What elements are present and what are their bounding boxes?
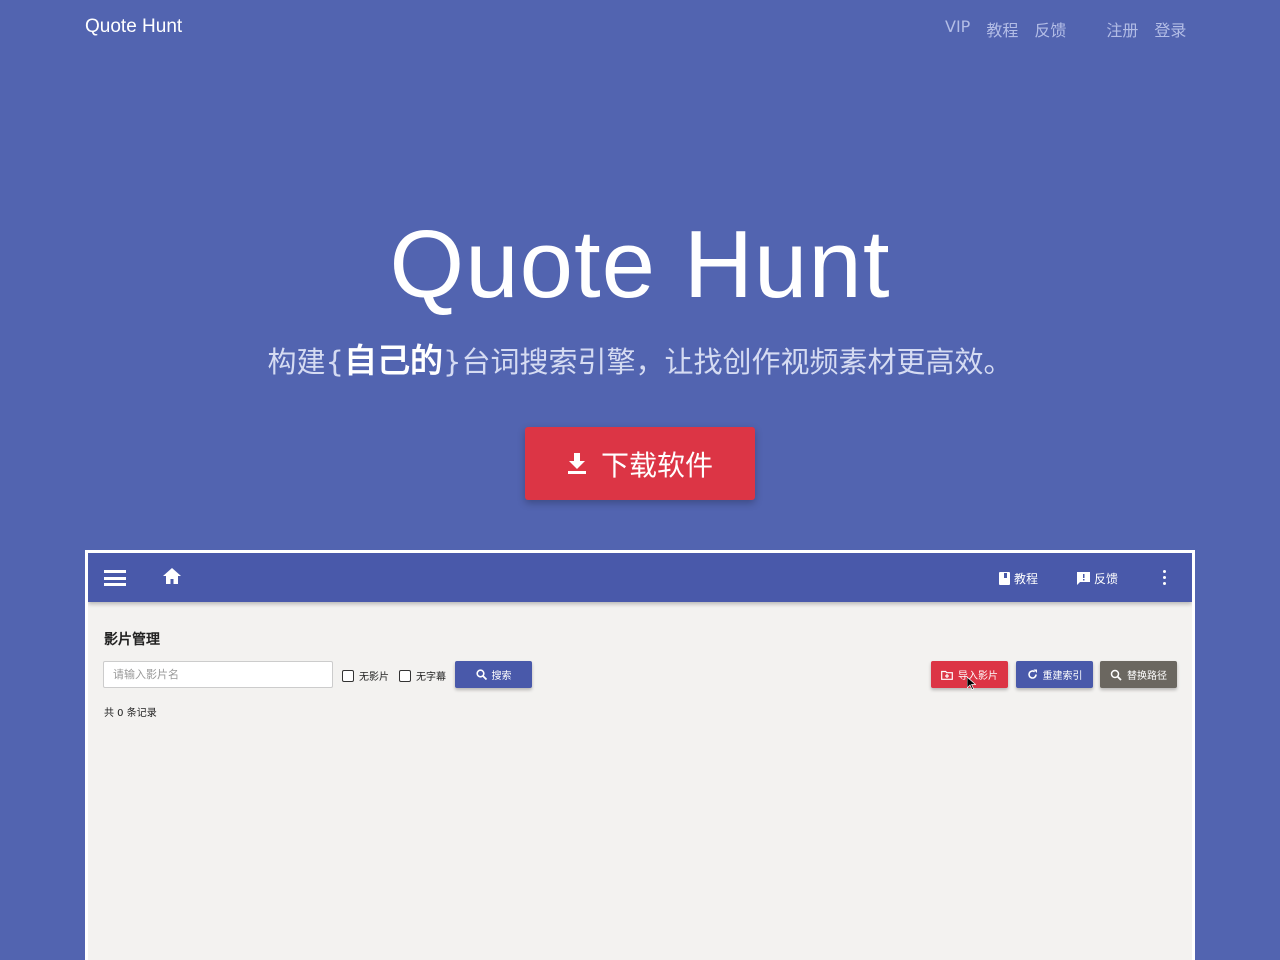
filter-no-subtitle-label: 无字幕 [416,672,446,683]
nav-tutorial-link[interactable]: 教程 [986,17,1018,41]
menu-icon[interactable] [104,570,126,586]
checkbox-icon [342,669,354,682]
replace-path-label: 替换路径 [1127,671,1167,682]
search-button[interactable]: 搜索 [455,661,532,688]
download-button[interactable]: 下载软件 [525,427,755,500]
download-button-label: 下载软件 [600,449,713,481]
app-toolbar: 教程 反馈 [88,553,1192,602]
record-count: 共 0 条记录 [104,708,157,719]
app-preview-frame: 教程 反馈 影片管理 无影片 无字幕 [85,550,1195,960]
replace-path-button[interactable]: 替换路径 [1100,661,1177,688]
feedback-icon [1077,572,1090,585]
page-title: 影片管理 [104,632,160,648]
movie-search-input[interactable] [103,661,333,688]
hero-subtitle: 构建{自己的}台词搜索引擎，让找创作视频素材更高效。 [0,334,1280,382]
hero-subtitle-suffix: }台词搜索引擎，让找创作视频素材更高效。 [443,345,1013,379]
app-tutorial-label: 教程 [1014,572,1039,586]
filter-no-movie-checkbox[interactable]: 无影片 [342,668,389,683]
filter-no-movie-label: 无影片 [359,672,389,683]
app-tutorial-button[interactable]: 教程 [999,570,1038,587]
checkbox-icon [399,669,411,682]
hero-subtitle-bold: 自己的 [344,341,443,380]
app-feedback-label: 反馈 [1094,572,1119,586]
filter-no-subtitle-checkbox[interactable]: 无字幕 [399,668,446,683]
nav-feedback-link[interactable]: 反馈 [1034,17,1066,41]
find-replace-icon [1110,669,1122,681]
search-icon [475,669,487,680]
hero-subtitle-prefix: 构建{ [267,345,344,379]
brand-link[interactable]: Quote Hunt [85,16,182,38]
nav-vip-link[interactable]: VIP [945,17,970,41]
app-preview: 教程 反馈 影片管理 无影片 无字幕 [88,553,1192,960]
nav-register-link[interactable]: 注册 [1106,17,1138,41]
download-icon [567,452,586,474]
refresh-icon [1027,669,1037,679]
app-feedback-button[interactable]: 反馈 [1077,570,1118,587]
import-movie-label: 导入影片 [958,671,998,682]
rebuild-index-button[interactable]: 重建索引 [1016,661,1093,688]
book-icon [999,572,1010,585]
home-icon[interactable] [162,567,182,585]
rebuild-index-label: 重建索引 [1042,671,1083,682]
hero-title: Quote Hunt [389,211,891,318]
search-button-label: 搜索 [491,671,512,682]
top-nav: VIP 教程 反馈 注册 登录 [945,17,1202,41]
mouse-cursor-icon [967,677,976,690]
nav-login-link[interactable]: 登录 [1154,17,1186,41]
folder-add-icon [941,670,953,680]
more-options-icon[interactable] [1163,570,1167,588]
